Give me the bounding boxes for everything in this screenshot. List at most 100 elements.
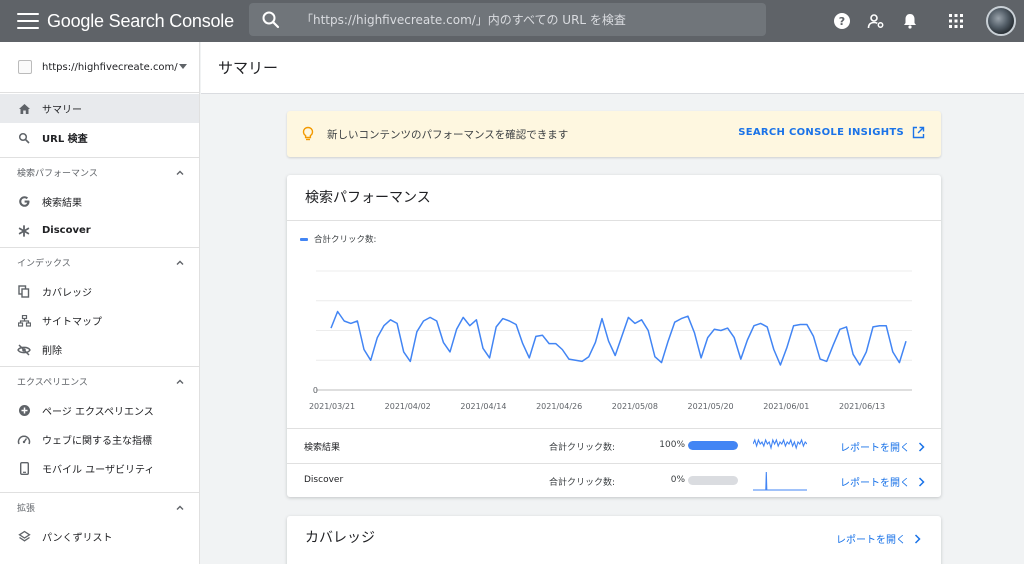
menu-icon[interactable] — [17, 13, 39, 29]
smartphone-icon — [17, 462, 31, 476]
asterisk-icon — [17, 224, 31, 238]
caret-down-icon — [179, 64, 187, 69]
property-url: https://highfivecreate.com/ — [42, 61, 178, 73]
sidebar-item-removals[interactable]: 削除 — [0, 335, 199, 364]
sidebar-item-label: 削除 — [42, 346, 62, 357]
legend-label: 合計クリック数: — [314, 235, 377, 245]
section-title: インデックス — [17, 259, 71, 269]
insights-banner: 新しいコンテンツのパフォーマンスを確認できます SEARCH CONSOLE I… — [287, 111, 941, 157]
card-title: カバレッジ — [305, 530, 375, 546]
sidebar-item-label: カバレッジ — [42, 288, 92, 299]
coverage-card: カバレッジ レポートを開く — [287, 516, 941, 564]
sidebar-item-label: サマリー — [42, 105, 82, 116]
series-line — [330, 310, 907, 366]
x-tick-label: 2021/03/21 — [309, 402, 355, 411]
page-header: サマリー — [201, 42, 1024, 94]
avatar[interactable] — [986, 6, 1016, 36]
sidebar-item-label: ページ エクスペリエンス — [42, 407, 154, 418]
apps-icon[interactable] — [946, 11, 966, 31]
add-circle-icon — [17, 404, 31, 418]
sidebar-item-breadcrumbs[interactable]: パンくずリスト — [0, 522, 199, 551]
property-selector[interactable]: https://highfivecreate.com/ — [0, 42, 199, 93]
x-tick-label: 2021/05/20 — [688, 402, 734, 411]
search-icon — [262, 11, 280, 28]
chevron-right-icon — [914, 533, 921, 544]
sidebar-item-core-web-vitals[interactable]: ウェブに関する主な指標 — [0, 425, 199, 454]
y-tick-label: 0 — [313, 386, 318, 395]
manage-accounts-icon[interactable] — [866, 11, 886, 31]
sparkline — [753, 471, 807, 491]
section-title: 拡張 — [17, 504, 36, 514]
open-report-link[interactable]: レポートを開く — [840, 439, 925, 454]
sidebar-item-mobile-usability[interactable]: モバイル ユーザビリティ — [0, 454, 199, 483]
url-inspect-search[interactable]: 「https://highfivecreate.com/」内のすべての URL … — [249, 3, 766, 36]
sidebar-item-url-inspection[interactable]: URL 検査 — [0, 123, 199, 152]
x-tick-label: 2021/06/01 — [763, 402, 809, 411]
table-row[interactable]: Discover 合計クリック数: 0% レポートを開く — [287, 463, 941, 498]
chevron-up-icon — [176, 170, 184, 175]
x-tick-label: 2021/05/08 — [612, 402, 658, 411]
notifications-icon[interactable] — [900, 11, 920, 31]
google-g-icon — [17, 195, 31, 209]
share-bar — [688, 476, 738, 485]
card-title: 検索パフォーマンス — [305, 190, 431, 206]
sidebar-item-coverage[interactable]: カバレッジ — [0, 277, 199, 306]
home-icon — [17, 102, 31, 116]
open-report-link[interactable]: レポートを開く — [836, 531, 921, 546]
sidebar-item-search-results[interactable]: 検索結果 — [0, 187, 199, 216]
speed-icon — [17, 433, 31, 447]
section-index[interactable]: インデックス — [0, 247, 199, 277]
x-tick-label: 2021/04/02 — [385, 402, 431, 411]
sidebar: https://highfivecreate.com/ サマリー URL 検査 … — [0, 42, 200, 564]
sparkline — [753, 438, 807, 451]
chart-legend: 合計クリック数: — [300, 233, 376, 245]
open-report-link[interactable]: レポートを開く — [840, 474, 925, 489]
sitemap-icon — [17, 314, 31, 328]
svg-text:?: ? — [839, 15, 845, 28]
search-console-insights-link[interactable]: SEARCH CONSOLE INSIGHTS — [738, 126, 925, 139]
insights-text: 新しいコンテンツのパフォーマンスを確認できます — [327, 128, 569, 141]
row-name: Discover — [304, 475, 344, 485]
app-logo[interactable]: Google Search Console — [47, 11, 234, 32]
visibility-off-icon — [17, 343, 31, 357]
chevron-up-icon — [176, 505, 184, 510]
sidebar-item-discover[interactable]: Discover — [0, 216, 199, 245]
insights-link-label: SEARCH CONSOLE INSIGHTS — [738, 127, 904, 138]
chevron-up-icon — [176, 260, 184, 265]
table-row[interactable]: 検索結果 合計クリック数: 100% レポートを開く — [287, 428, 941, 463]
x-tick-label: 2021/06/13 — [839, 402, 885, 411]
help-icon[interactable]: ? — [832, 11, 852, 31]
sparkline-line — [753, 438, 807, 451]
share-bar-fill — [688, 441, 738, 450]
search-icon — [17, 131, 31, 145]
chevron-up-icon — [176, 379, 184, 384]
top-app-bar: Google Search Console 「https://highfivec… — [0, 0, 1024, 42]
row-metric: 合計クリック数: — [548, 443, 615, 453]
page-title: サマリー — [218, 59, 279, 77]
sidebar-item-label: パンくずリスト — [42, 533, 113, 544]
sidebar-item-page-experience[interactable]: ページ エクスペリエンス — [0, 396, 199, 425]
section-title: 検索パフォーマンス — [17, 169, 98, 179]
search-placeholder[interactable]: 「https://highfivecreate.com/」内のすべての URL … — [301, 11, 626, 28]
clicks-line-chart[interactable]: 0 2021/03/21 2021/04/02 2021/04/14 2021/04/2… — [287, 255, 941, 415]
sidebar-item-label: モバイル ユーザビリティ — [42, 465, 155, 476]
sidebar-item-summary[interactable]: サマリー — [0, 94, 199, 123]
row-metric: 合計クリック数: — [548, 478, 615, 488]
section-enhancements[interactable]: 拡張 — [0, 492, 199, 522]
open-in-new-icon — [912, 126, 925, 139]
sidebar-item-label: URL 検査 — [42, 134, 88, 145]
layers-icon — [17, 530, 31, 544]
x-tick-label: 2021/04/26 — [536, 402, 582, 411]
section-experience[interactable]: エクスペリエンス — [0, 366, 199, 396]
share-bar — [688, 441, 738, 450]
row-percent: 100% — [659, 440, 685, 450]
legend-swatch — [300, 237, 308, 241]
sparkline-line — [753, 471, 807, 491]
section-search-performance[interactable]: 検索パフォーマンス — [0, 157, 199, 187]
sidebar-item-label: ウェブに関する主な指標 — [42, 436, 152, 447]
sidebar-item-label: サイトマップ — [42, 317, 102, 328]
lightbulb-icon — [302, 126, 314, 141]
open-report-label: レポートを開く — [840, 443, 910, 454]
top-actions: ? — [832, 0, 1024, 42]
sidebar-item-sitemaps[interactable]: サイトマップ — [0, 306, 199, 335]
